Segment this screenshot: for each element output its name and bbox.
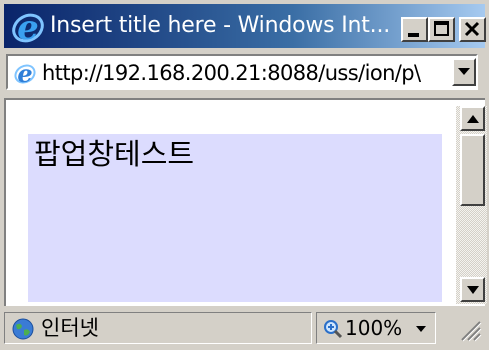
scroll-thumb[interactable]	[460, 134, 485, 206]
maximize-icon	[434, 21, 449, 36]
status-bar: 인터넷 100%	[4, 310, 485, 346]
content-frame: 팝업창테스트	[4, 98, 487, 306]
title-bar[interactable]: e Insert title here - Windows Int...	[4, 4, 486, 48]
address-input[interactable]	[42, 58, 447, 88]
address-bar: e	[6, 54, 478, 90]
svg-text:e: e	[17, 60, 32, 86]
vertical-scrollbar[interactable]	[456, 106, 487, 304]
svg-text:e: e	[17, 9, 39, 45]
close-icon	[464, 21, 480, 37]
window-title: Insert title here - Windows Int...	[50, 13, 391, 38]
minimize-button[interactable]	[401, 17, 428, 42]
zoom-icon	[324, 320, 343, 339]
arrow-down-icon	[467, 286, 479, 294]
globe-icon	[12, 318, 34, 340]
security-zone-label: 인터넷	[41, 316, 99, 340]
address-dropdown-button[interactable]	[452, 58, 476, 86]
maximize-button[interactable]	[428, 17, 455, 42]
chevron-down-icon	[458, 68, 470, 75]
security-zone-pane[interactable]: 인터넷	[4, 312, 312, 344]
minimize-icon	[408, 33, 419, 37]
ie-logo-icon: e	[12, 9, 44, 45]
page-text: 팝업창테스트	[34, 137, 195, 171]
scroll-down-button[interactable]	[460, 277, 485, 302]
close-button[interactable]	[459, 17, 486, 42]
scroll-up-button[interactable]	[460, 106, 485, 131]
resize-grip-icon[interactable]	[456, 316, 482, 342]
chevron-down-icon[interactable]	[415, 325, 427, 333]
browser-window: e Insert title here - Windows Int... e h…	[0, 0, 489, 350]
ie-page-icon: e	[14, 60, 36, 86]
arrow-up-icon	[467, 115, 479, 123]
page-content: 팝업창테스트	[28, 134, 442, 302]
zoom-level: 100%	[345, 316, 403, 340]
zoom-pane[interactable]: 100%	[316, 312, 436, 344]
